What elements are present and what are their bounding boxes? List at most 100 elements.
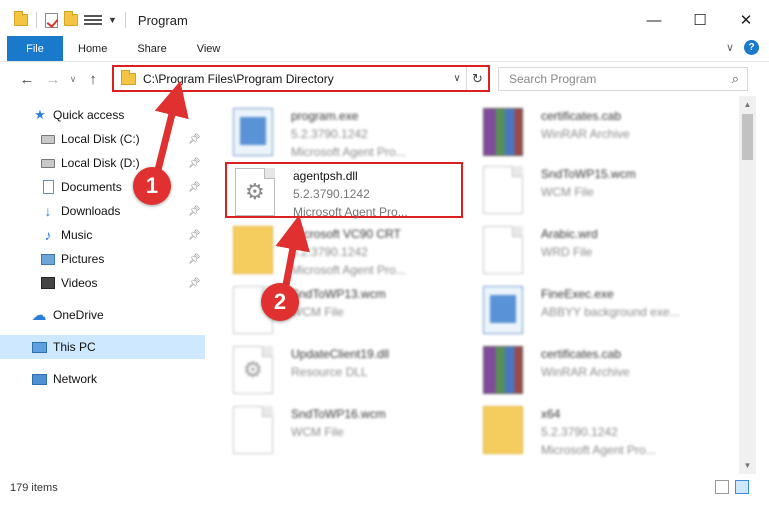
- scrollbar-thumb[interactable]: [742, 114, 753, 160]
- help-icon[interactable]: ?: [744, 40, 759, 55]
- pin-icon[interactable]: 📌︎: [188, 158, 201, 169]
- divider: [124, 12, 126, 28]
- file-item[interactable]: program.exe 5.2.3790.1242 Microsoft Agen…: [225, 104, 465, 162]
- music-icon: ♪: [44, 227, 52, 243]
- file-icon: [483, 166, 523, 214]
- tab-home[interactable]: Home: [63, 36, 122, 61]
- file-type: ABBYY background exe...: [541, 305, 680, 319]
- file-item[interactable]: ⚙ UpdateClient19.dll Resource DLL: [225, 342, 465, 400]
- sidebar-item-downloads[interactable]: ↓ Downloads 📌︎: [0, 199, 205, 223]
- refresh-icon[interactable]: ↻: [466, 67, 488, 90]
- pin-icon[interactable]: 📌︎: [188, 230, 201, 241]
- archive-icon: [483, 108, 523, 156]
- file-item[interactable]: SndToWP13.wcm WCM File: [225, 282, 465, 340]
- file-item-agentpsh-dll[interactable]: ⚙ agentpsh.dll 5.2.3790.1242 Microsoft A…: [225, 162, 463, 219]
- sidebar-item-this-pc[interactable]: This PC: [0, 335, 205, 359]
- file-name: Arabic.wrd: [541, 227, 598, 241]
- download-icon: ↓: [44, 203, 52, 219]
- file-item[interactable]: Arabic.wrd WRD File: [475, 222, 715, 280]
- gear-icon: ⚙: [245, 179, 265, 204]
- sidebar-item-quick-access[interactable]: ★ Quick access: [0, 103, 205, 127]
- sidebar-item-local-disk-d[interactable]: Local Disk (D:) 📌︎: [0, 151, 205, 175]
- file-item[interactable]: Microsoft VC90 CRT 5.2.3790.1242 Microso…: [225, 222, 465, 280]
- file-item[interactable]: certificates.cab WinRAR Archive: [475, 342, 715, 400]
- customize-view-icon[interactable]: [84, 13, 102, 27]
- file-type: WinRAR Archive: [541, 365, 630, 379]
- address-bar[interactable]: C:\Program Files\Program Directory ∨ ↻: [112, 65, 490, 92]
- folder-icon: [121, 69, 136, 85]
- file-item[interactable]: SndToWP15.wcm WCM File: [475, 162, 715, 220]
- file-item[interactable]: certificates.cab WinRAR Archive: [475, 104, 715, 162]
- file-name: SndToWP13.wcm: [291, 287, 386, 301]
- file-name: agentpsh.dll: [293, 169, 358, 183]
- back-arrow-icon[interactable]: ←: [14, 71, 40, 88]
- ribbon-right: ∨ ?: [726, 40, 759, 55]
- details-view-icon[interactable]: [715, 480, 729, 494]
- folder-icon: [483, 406, 523, 454]
- sidebar-item-documents[interactable]: Documents 📌︎: [0, 175, 205, 199]
- sidebar-item-network[interactable]: Network: [0, 367, 205, 391]
- file-name: FineExec.exe: [541, 287, 614, 301]
- pin-icon[interactable]: 📌︎: [188, 206, 201, 217]
- expand-ribbon-icon[interactable]: ∨: [726, 41, 734, 54]
- pin-icon[interactable]: 📌︎: [188, 134, 201, 145]
- vertical-scrollbar[interactable]: ▲ ▼: [739, 96, 756, 474]
- tab-view[interactable]: View: [182, 36, 236, 61]
- maximize-button[interactable]: ☐: [677, 0, 723, 40]
- pin-icon[interactable]: 📌︎: [188, 254, 201, 265]
- scroll-up-icon[interactable]: ▲: [739, 96, 756, 113]
- navigation-pane: ★ Quick access Local Disk (C:) 📌︎ Local …: [0, 100, 205, 470]
- tab-share[interactable]: Share: [122, 36, 181, 61]
- file-name: SndToWP15.wcm: [541, 167, 636, 181]
- search-input[interactable]: [509, 72, 732, 86]
- address-path[interactable]: C:\Program Files\Program Directory: [143, 72, 448, 86]
- address-dropdown-icon[interactable]: ∨: [448, 73, 466, 84]
- file-type: Resource DLL: [291, 365, 368, 379]
- view-switcher: [715, 480, 749, 494]
- search-box[interactable]: ⌕: [498, 67, 748, 91]
- file-type: WRD File: [541, 245, 593, 259]
- step-1-badge: 1: [133, 167, 171, 205]
- sidebar-item-label: Downloads: [61, 204, 121, 218]
- sidebar-item-music[interactable]: ♪ Music 📌︎: [0, 223, 205, 247]
- file-version: 5.2.3790.1242: [293, 187, 370, 201]
- file-item[interactable]: SndToWP16.wcm WCM File: [225, 402, 465, 460]
- pc-icon: [31, 339, 47, 355]
- close-button[interactable]: ✕: [723, 0, 769, 40]
- forward-arrow-icon[interactable]: →: [40, 71, 66, 88]
- folder-icon: [233, 226, 273, 274]
- step-2-badge: 2: [261, 283, 299, 321]
- dll-file-icon: ⚙: [233, 346, 273, 394]
- file-description: Microsoft Agent Pro...: [291, 145, 406, 159]
- up-arrow-icon[interactable]: ↑: [80, 71, 106, 88]
- new-folder-icon[interactable]: [64, 11, 78, 26]
- chevron-down-icon[interactable]: ▼: [108, 15, 117, 25]
- file-version: 5.2.3790.1242: [291, 245, 368, 259]
- tab-file[interactable]: File: [7, 36, 63, 61]
- title-bar: ▼ Program — ☐ ✕: [0, 0, 769, 40]
- sidebar-item-onedrive[interactable]: ☁ OneDrive: [0, 303, 205, 327]
- large-icons-view-icon[interactable]: [735, 480, 749, 494]
- pin-icon[interactable]: 📌︎: [188, 182, 201, 193]
- search-icon[interactable]: ⌕: [732, 71, 739, 87]
- sidebar-item-local-disk-c[interactable]: Local Disk (C:) 📌︎: [0, 127, 205, 151]
- file-type: WCM File: [541, 185, 594, 199]
- file-item[interactable]: x64 5.2.3790.1242 Microsoft Agent Pro...: [475, 402, 715, 460]
- file-name: SndToWP16.wcm: [291, 407, 386, 421]
- file-item[interactable]: FineExec.exe ABBYY background exe...: [475, 282, 715, 340]
- file-name: program.exe: [291, 109, 359, 123]
- recent-locations-icon[interactable]: ∨: [66, 74, 80, 85]
- file-type: WinRAR Archive: [541, 127, 630, 141]
- properties-check-icon[interactable]: [45, 12, 58, 28]
- file-description: Microsoft Agent Pro...: [293, 205, 408, 219]
- minimize-button[interactable]: —: [631, 0, 677, 40]
- pictures-icon: [40, 251, 56, 267]
- sidebar-item-videos[interactable]: Videos 📌︎: [0, 271, 205, 295]
- file-name: certificates.cab: [541, 109, 622, 123]
- documents-icon: [40, 179, 56, 195]
- pin-icon[interactable]: 📌︎: [188, 278, 201, 289]
- exe-file-icon: [233, 108, 273, 156]
- scroll-down-icon[interactable]: ▼: [739, 457, 756, 474]
- sidebar-item-pictures[interactable]: Pictures 📌︎: [0, 247, 205, 271]
- videos-icon: [40, 275, 56, 291]
